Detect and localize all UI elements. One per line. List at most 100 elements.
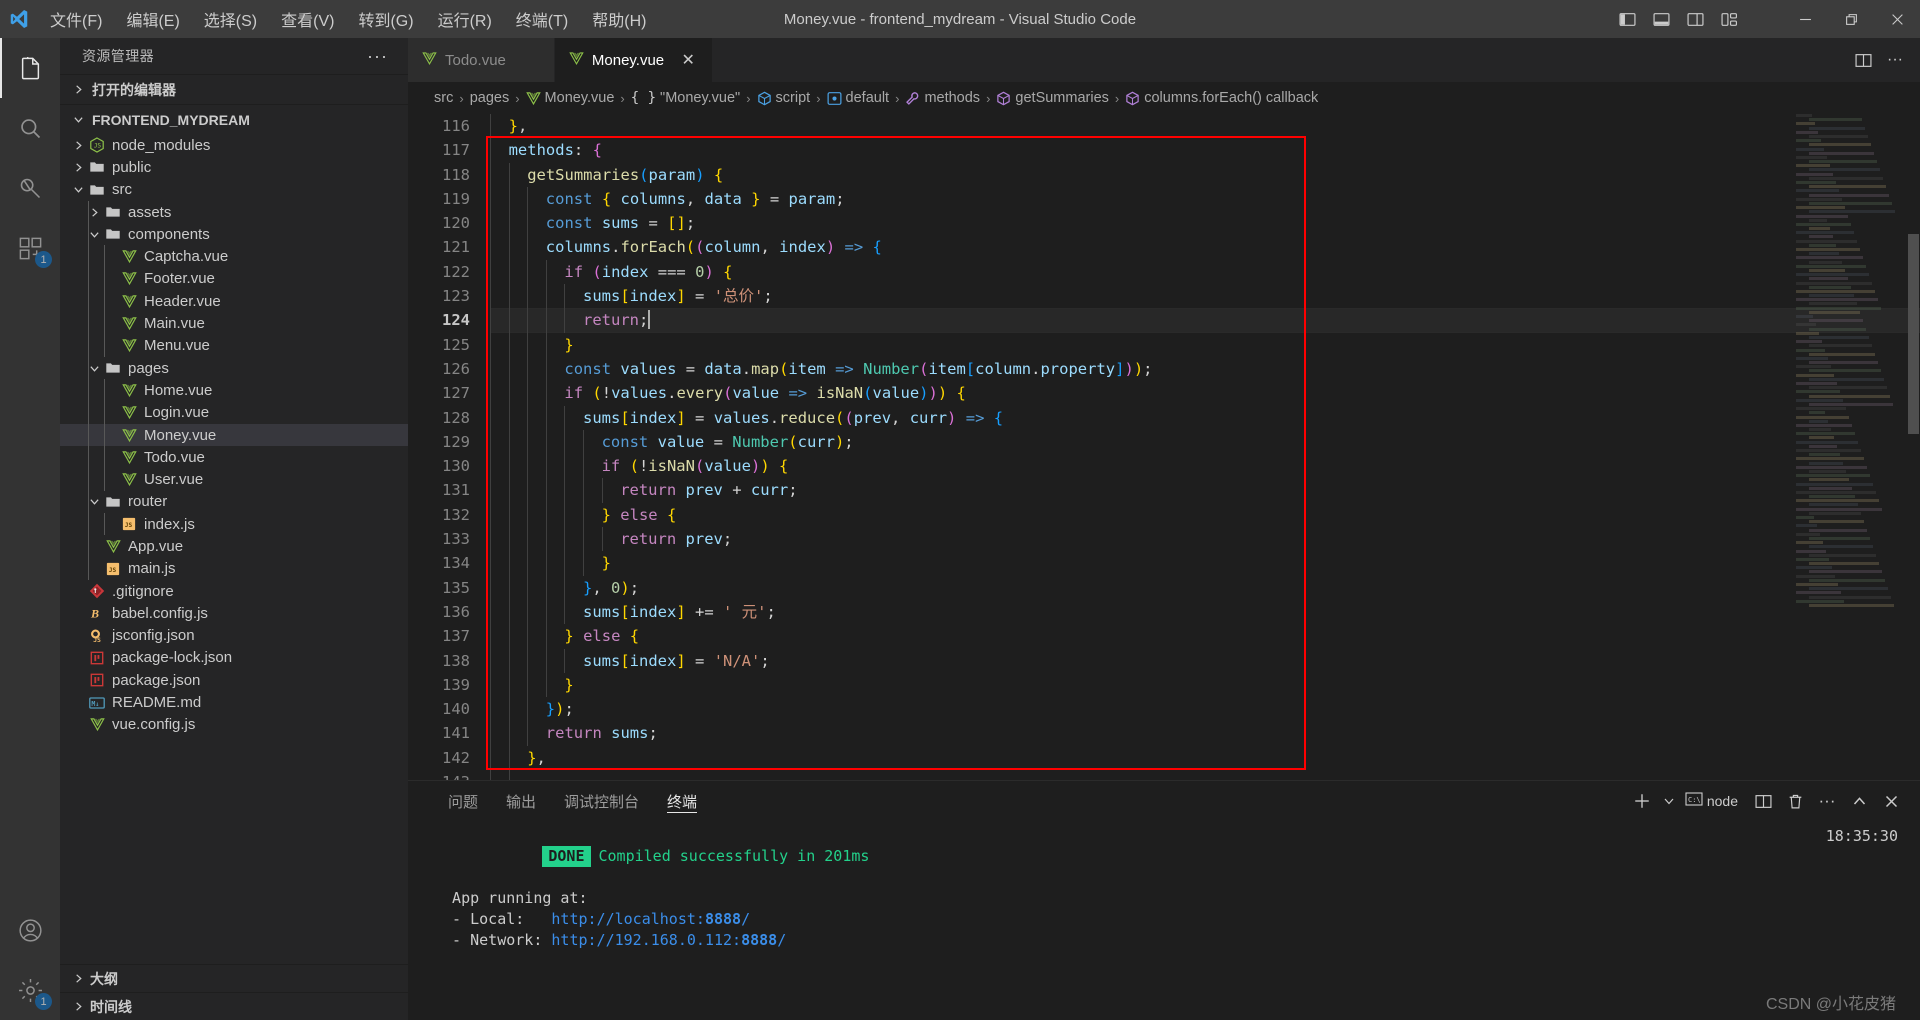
chevron-down-icon[interactable] [70,184,86,195]
tab-todo-vue[interactable]: Todo.vue ✕ [408,38,555,82]
code-line[interactable]: }, [490,745,1920,771]
new-terminal-button[interactable] [1627,785,1657,817]
tree-item-babel-config-js[interactable]: Bbabel.config.js [60,602,408,624]
tab-problems[interactable]: 问题 [434,781,492,821]
toggle-panel-icon[interactable] [1644,0,1678,38]
kill-terminal-trash-icon[interactable] [1780,785,1810,817]
code-line[interactable]: }); [490,697,1920,722]
breadcrumb-item-3[interactable]: { } "Money.vue" [631,90,740,106]
code-line[interactable]: return prev + curr; [490,478,1920,503]
code-line[interactable]: sums[index] += ' 元'; [490,599,1920,625]
tree-item-router[interactable]: router [60,490,408,514]
active-terminal-shell[interactable]: C:\ node [1681,785,1746,817]
maximize-panel-icon[interactable] [1844,785,1874,817]
section-project-root[interactable]: FRONTEND_MYDREAM [60,104,408,134]
code-line[interactable]: if (!isNaN(value)) { [490,454,1920,479]
code-line[interactable]: }, [490,114,1920,139]
local-port[interactable]: 8888 [705,910,741,928]
tree-item-login-vue[interactable]: Login.vue [60,401,408,424]
breadcrumb-item-8[interactable]: columns.forEach() callback [1125,90,1318,106]
tree-item-assets[interactable]: assets [60,200,408,224]
tree-item-index-js[interactable]: JS index.js [60,513,408,536]
menu-edit[interactable]: 编辑(E) [114,3,191,35]
menu-bar[interactable]: 文件(F) 编辑(E) 选择(S) 查看(V) 转到(G) 运行(R) 终端(T… [38,3,658,35]
menu-run[interactable]: 运行(R) [426,3,504,35]
tree-item-footer-vue[interactable]: Footer.vue [60,267,408,291]
split-editor-icon[interactable] [1848,45,1878,75]
code-line[interactable]: } else { [490,624,1920,649]
tree-item-vue-config-js[interactable]: vue.config.js [60,714,408,736]
code-line[interactable]: columns.forEach((column, index) => { [490,235,1920,260]
activity-explorer[interactable] [0,38,60,98]
code-line[interactable]: const value = Number(curr); [490,429,1920,455]
menu-selection[interactable]: 选择(S) [192,3,269,35]
close-button[interactable] [1874,0,1920,38]
menu-view[interactable]: 查看(V) [269,3,346,35]
section-open-editors[interactable]: 打开的编辑器 [60,74,408,104]
code-line[interactable]: } [490,672,1920,698]
tree-item-components[interactable]: components [60,223,408,246]
tree-item-node-modules[interactable]: JS node_modules [60,134,408,156]
terminal-dropdown-icon[interactable] [1659,785,1679,817]
network-url-suffix[interactable]: / [777,931,786,949]
tree-item-home-vue[interactable]: Home.vue [60,379,408,402]
tree-item-pages[interactable]: pages [60,356,408,380]
code-line[interactable]: const { columns, data } = param; [490,186,1920,212]
tree-item-public[interactable]: public [60,156,408,178]
tab-output[interactable]: 输出 [492,781,550,821]
tree-item-menu-vue[interactable]: Menu.vue [60,334,408,357]
breadcrumb-item-1[interactable]: pages [470,90,510,106]
tab-debug-console[interactable]: 调试控制台 [550,781,653,821]
tree-item-package-json[interactable]: package.json [60,669,408,691]
activity-manage-gear-icon[interactable]: 1 [0,960,60,1020]
activity-extensions[interactable]: 1 [0,218,60,278]
tree-item-main-js[interactable]: JS main.js [60,557,408,580]
chevron-right-icon[interactable] [70,140,86,151]
panel-more-icon[interactable]: ··· [1812,785,1842,817]
tree-item-money-vue[interactable]: Money.vue [60,423,408,447]
menu-terminal[interactable]: 终端(T) [504,3,580,35]
code-line[interactable]: } [490,551,1920,576]
network-url-prefix[interactable]: http://192.168.0.112: [551,931,741,949]
tree-item-src[interactable]: src [60,179,408,201]
customize-layout-icon[interactable] [1712,0,1746,38]
chevron-right-icon[interactable] [70,162,86,173]
tab-money-vue[interactable]: Money.vue ✕ [554,38,714,82]
breadcrumb-item-2[interactable]: Money.vue [525,90,614,106]
code-line[interactable]: } [490,332,1920,357]
activity-accounts[interactable] [0,900,60,960]
tree-item-readme-md[interactable]: M↓ README.md [60,691,408,713]
code-line[interactable]: const sums = []; [490,211,1920,236]
code-line[interactable]: } else { [490,502,1920,528]
code-line[interactable]: getSummaries(param) { [490,162,1920,187]
code-line[interactable]: methods: { [490,138,1920,163]
code-line[interactable]: if (!values.every(value => isNaN(value))… [490,381,1920,406]
file-tree[interactable]: JS node_modules public src assets components C… [60,134,408,964]
code-content[interactable]: }, methods: {getSummaries(param) {const {… [490,114,1920,780]
tree-item-header-vue[interactable]: Header.vue [60,290,408,313]
close-panel-icon[interactable] [1876,785,1906,817]
toggle-secondary-sidebar-icon[interactable] [1678,0,1712,38]
editor-scrollbar-thumb[interactable] [1908,234,1919,434]
breadcrumb-item-7[interactable]: getSummaries [996,90,1109,106]
more-actions-icon[interactable]: ··· [1880,45,1910,75]
close-icon[interactable]: ✕ [678,50,698,70]
activity-run-and-debug[interactable] [0,158,60,218]
section-outline[interactable]: 大纲 [60,964,408,992]
code-line[interactable]: const values = data.map(item => Number(i… [490,356,1920,382]
code-line[interactable]: sums[index] = '总价'; [490,284,1920,309]
menu-go[interactable]: 转到(G) [346,3,425,35]
tree-item-user-vue[interactable]: User.vue [60,468,408,491]
tree-item-captcha-vue[interactable]: Captcha.vue [60,245,408,268]
code-line[interactable]: return sums; [490,721,1920,746]
minimap[interactable] [1796,114,1906,780]
code-line[interactable]: }, 0); [490,575,1920,600]
sidebar-more-icon[interactable]: ··· [367,46,388,67]
tab-terminal[interactable]: 终端 [653,781,711,821]
code-line[interactable]: return prev; [490,527,1920,552]
tree-item-main-vue[interactable]: Main.vue [60,312,408,335]
breadcrumb-item-5[interactable]: default [827,90,889,106]
code-editor[interactable]: 116 117 118 119 120 121 122 123 124 125 126 127 128 1… [408,114,1920,780]
breadcrumb-item-6[interactable]: methods [905,90,980,106]
tree-item-app-vue[interactable]: App.vue [60,535,408,558]
